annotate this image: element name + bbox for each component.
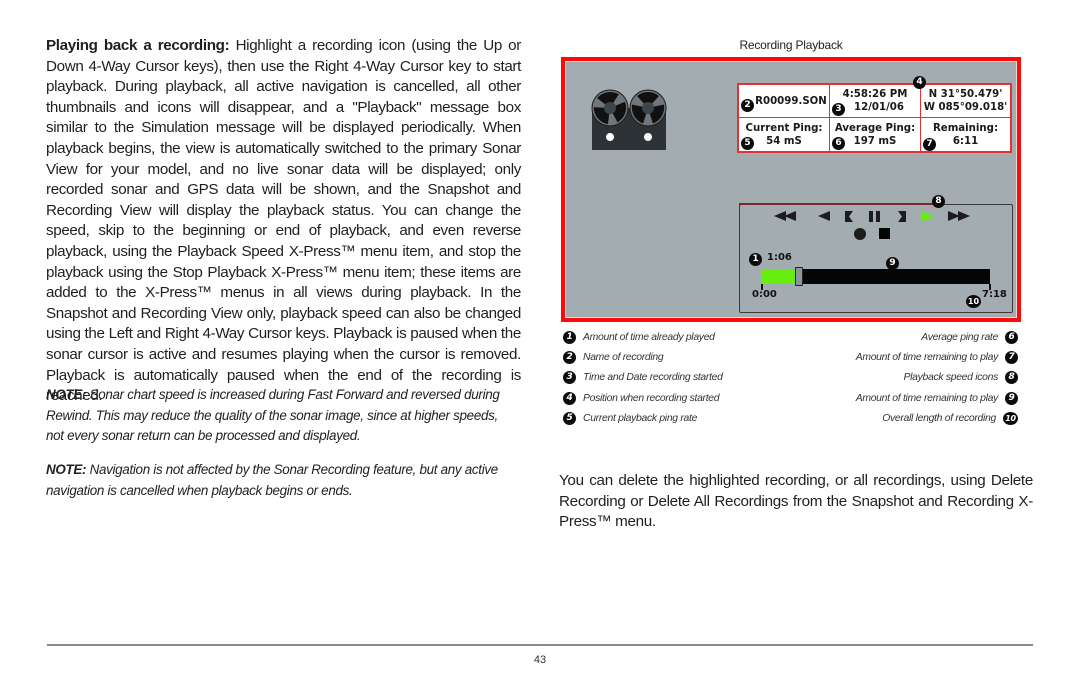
figure-caption: Recording Playback xyxy=(739,38,843,52)
fast-forward-icon[interactable] xyxy=(948,211,972,221)
stop-icon[interactable] xyxy=(879,228,890,239)
callout-6: 6 xyxy=(832,137,845,150)
paragraph-body: Highlight a recording icon (using the Up… xyxy=(46,37,521,405)
legend-item: Playback speed icons 8 xyxy=(903,371,1018,384)
delete-recording-paragraph: You can delete the highlighted recording… xyxy=(559,472,1033,531)
playback-speed-icons xyxy=(740,207,1012,240)
total-time: 7:18 xyxy=(982,289,1007,300)
current-ping-label: Current Ping: xyxy=(745,122,823,134)
legend-text: Amount of time already played xyxy=(583,332,715,343)
callout-2: 2 xyxy=(741,99,754,112)
note-text: Sonar chart speed is increased during Fa… xyxy=(46,387,500,443)
legend-item: 5 Current playback ping rate xyxy=(563,412,697,425)
latitude: N 31°50.479' xyxy=(928,89,1003,100)
current-ping-value: 54 mS xyxy=(766,135,802,147)
legend-item: 1 Amount of time already played xyxy=(563,331,715,344)
recording-info-table: 2 R00099.SON 4:58:26 PM 12/01/06 3 4 N 3… xyxy=(737,76,1012,153)
note-sonar-chart-speed: NOTE: Sonar chart speed is increased dur… xyxy=(46,385,516,447)
legend-item: Overall length of recording 10 xyxy=(882,412,1018,425)
elapsed-time: 1:06 xyxy=(767,252,792,263)
page-number: 43 xyxy=(533,654,547,666)
legend-badge: 8 xyxy=(1005,371,1018,384)
progress-fill xyxy=(761,269,795,284)
recording-name-cell: 2 R00099.SON xyxy=(739,85,830,118)
remaining-cell: Remaining: 6:11 7 xyxy=(921,118,1010,151)
playback-paragraph: Playing back a recording: Highlight a re… xyxy=(46,36,521,407)
callout-5: 5 xyxy=(741,137,754,150)
legend-text: Playback speed icons xyxy=(903,372,998,383)
legend-text: Average ping rate xyxy=(921,332,998,343)
position-cell: 4 N 31°50.479' W 085°09.018' xyxy=(913,76,1010,118)
legend-item: 2 Name of recording xyxy=(563,351,664,364)
progress-thumb[interactable] xyxy=(795,267,803,286)
tape-recording-icon xyxy=(591,89,667,150)
recording-time: 4:58:26 PM xyxy=(842,89,908,100)
callout-3: 3 xyxy=(832,103,845,116)
legend-text: Position when recording started xyxy=(583,393,720,404)
panel-top-accent xyxy=(739,203,939,205)
reverse-play-icon[interactable] xyxy=(818,211,830,221)
skip-forward-icon[interactable] xyxy=(898,211,906,222)
legend-badge: 2 xyxy=(563,351,576,364)
legend-text: Overall length of recording xyxy=(882,413,996,424)
remaining-label: Remaining: xyxy=(932,122,999,134)
legend-text: Name of recording xyxy=(583,352,664,363)
legend-badge: 3 xyxy=(563,371,576,384)
record-icon[interactable] xyxy=(854,228,866,240)
progress-bar[interactable] xyxy=(761,267,990,286)
callout-1: 1 xyxy=(749,253,762,266)
legend-text: Amount of time remaining to play xyxy=(855,352,999,363)
legend-badge: 1 xyxy=(563,331,576,344)
legend-item: Amount of time remaining to play 9 xyxy=(856,392,1018,405)
playback-control-panel: 8 1 1:06 9 0:00 10 7:18 xyxy=(739,195,1013,313)
rewind-icon[interactable] xyxy=(774,211,798,221)
note-navigation: NOTE: Navigation is not affected by the … xyxy=(46,460,516,501)
playback-screen: 2 R00099.SON 4:58:26 PM 12/01/06 3 4 N 3… xyxy=(565,61,1017,318)
legend-item: Average ping rate 6 xyxy=(921,331,1018,344)
legend-badge: 4 xyxy=(563,392,576,405)
callout-10: 10 xyxy=(966,295,981,308)
paragraph-heading: Playing back a recording: xyxy=(46,37,230,54)
remaining-value: 6:11 xyxy=(952,135,979,147)
legend-item: 3 Time and Date recording started xyxy=(563,371,723,384)
legend-badge: 7 xyxy=(1005,351,1018,364)
recording-name: R00099.SON xyxy=(755,95,827,107)
legend-text: Current playback ping rate xyxy=(583,413,698,424)
current-ping-cell: Current Ping: 54 mS 5 xyxy=(739,118,830,151)
legend-text: Amount of time remaining to play xyxy=(855,393,999,404)
skip-back-icon[interactable] xyxy=(845,211,853,222)
pause-icon[interactable] xyxy=(869,211,880,222)
note-label: NOTE: xyxy=(46,462,87,477)
time-date-cell: 4:58:26 PM 12/01/06 3 xyxy=(830,85,921,118)
start-time: 0:00 xyxy=(752,289,777,300)
footer-rule xyxy=(47,644,1033,646)
legend-text: Time and Date recording started xyxy=(583,372,723,383)
average-ping-cell: Average Ping: 197 mS 6 xyxy=(830,118,921,151)
legend-item: 4 Position when recording started xyxy=(563,392,720,405)
callout-7: 7 xyxy=(923,138,936,151)
average-ping-label: Average Ping: xyxy=(834,122,916,134)
legend-badge: 10 xyxy=(1003,412,1018,425)
note-label: NOTE: xyxy=(46,387,87,402)
note-text: Navigation is not affected by the Sonar … xyxy=(46,462,498,498)
legend-badge: 9 xyxy=(1005,392,1018,405)
legend-item: Amount of time remaining to play 7 xyxy=(856,351,1018,364)
recording-date: 12/01/06 xyxy=(854,102,904,113)
average-ping-value: 197 mS xyxy=(853,135,897,147)
recording-playback-figure: 2 R00099.SON 4:58:26 PM 12/01/06 3 4 N 3… xyxy=(561,57,1021,322)
play-icon[interactable] xyxy=(921,211,934,222)
legend-badge: 5 xyxy=(563,412,576,425)
legend-badge: 6 xyxy=(1005,331,1018,344)
callout-4: 4 xyxy=(913,76,926,89)
longitude: W 085°09.018' xyxy=(923,102,1008,113)
